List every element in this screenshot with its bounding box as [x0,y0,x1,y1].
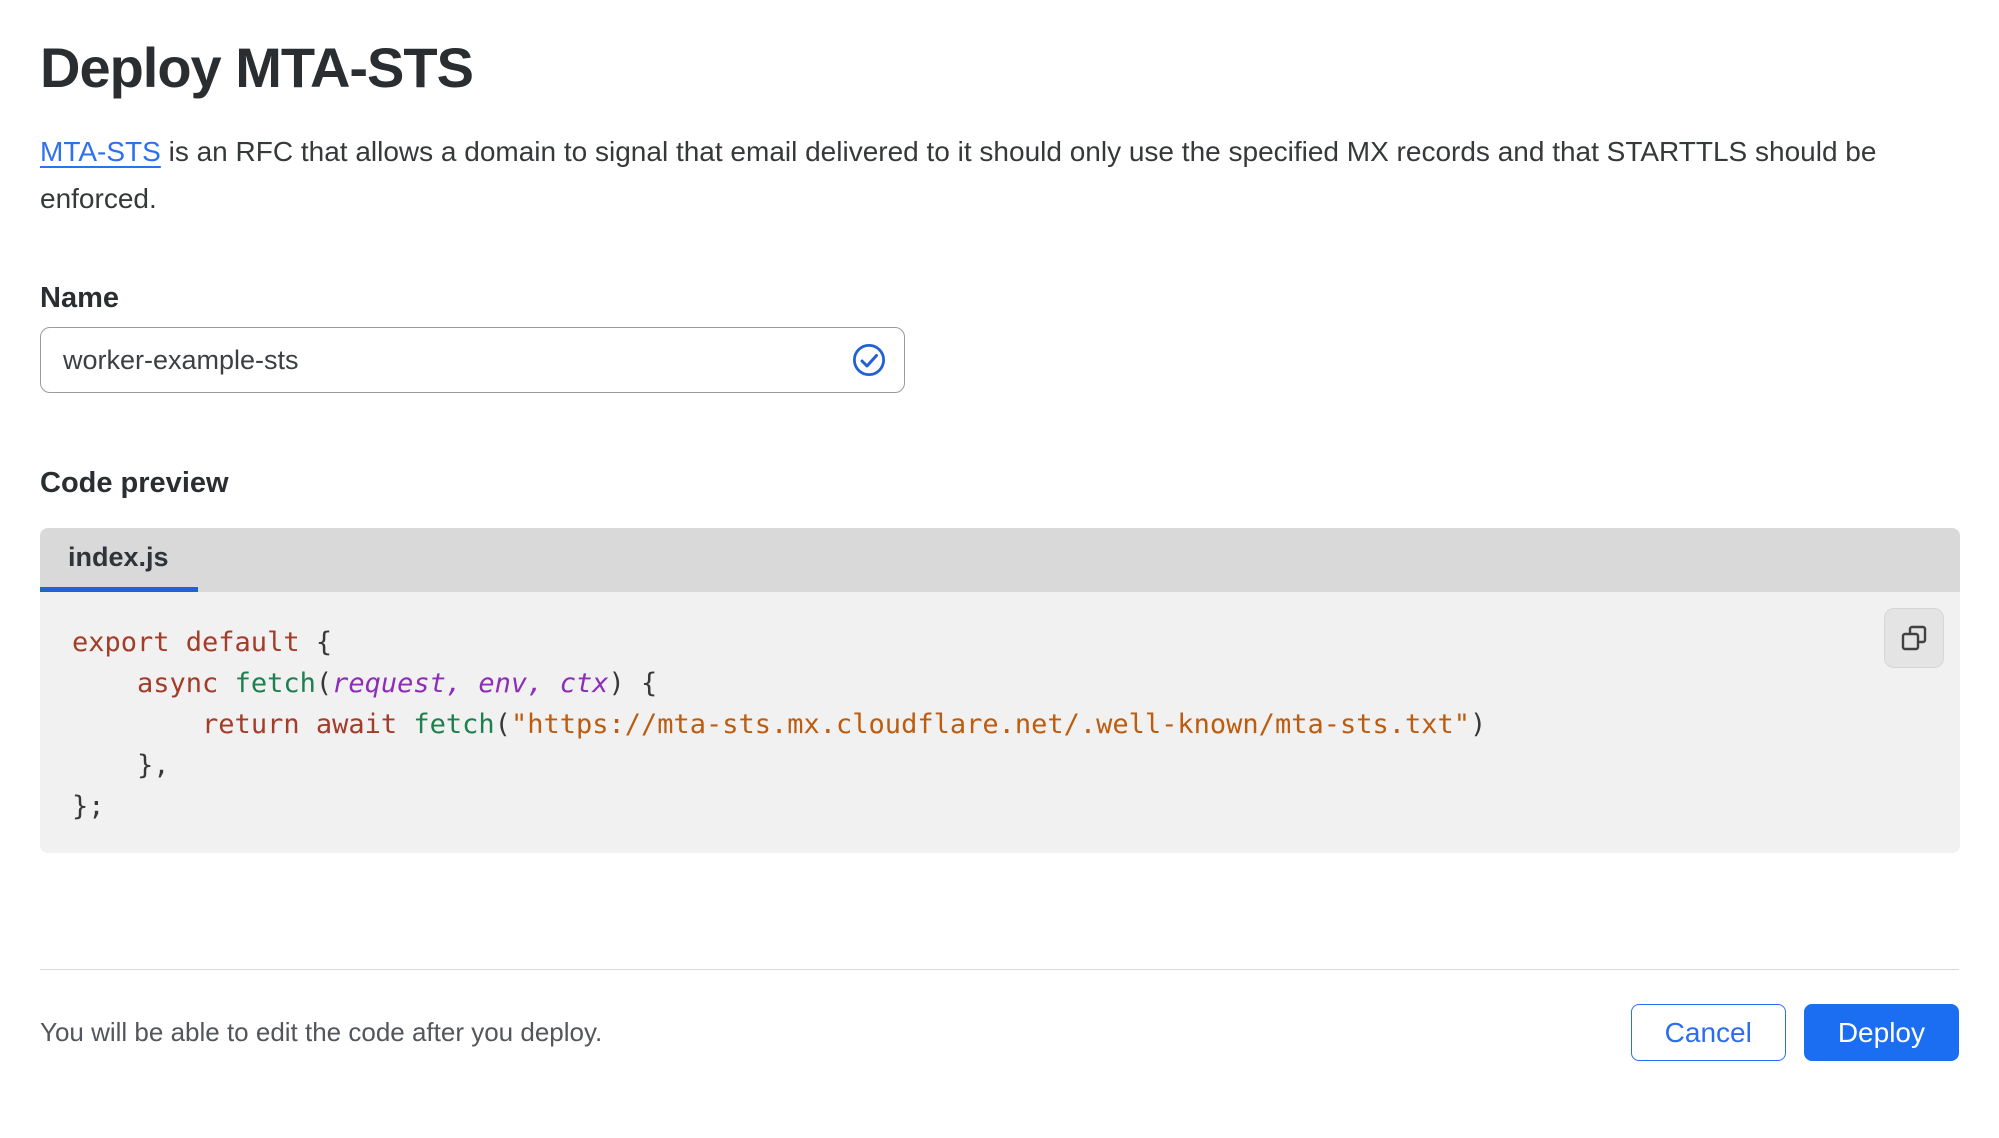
name-input[interactable] [40,327,905,394]
page-title: Deploy MTA-STS [40,36,474,99]
footer-divider [40,969,1959,971]
check-circle-icon [852,344,886,377]
footer-note: You will be able to edit the code after … [40,1017,603,1048]
intro-paragraph: MTA-STS is an RFC that allows a domain t… [40,128,1952,222]
footer: You will be able to edit the code after … [40,1004,1959,1062]
tab-index-js[interactable]: index.js [40,528,198,593]
code-preview-label: Code preview [40,467,229,500]
code-line: export default { [72,627,333,659]
name-label: Name [40,282,119,315]
code-area: export default { async fetch(request, en… [40,592,1960,854]
mta-sts-link[interactable]: MTA-STS [40,136,161,167]
cancel-button[interactable]: Cancel [1630,1004,1786,1062]
code-tab-bar: index.js [40,528,1960,593]
copy-button[interactable] [1884,608,1944,669]
intro-text: is an RFC that allows a domain to signal… [40,136,1877,215]
code-line: return await fetch("https://mta-sts.mx.c… [202,709,1487,741]
name-input-wrap [40,327,905,394]
code-line: async fetch(request, env, ctx) { [137,668,658,700]
code-preview-block: index.js export default { async fetch(re… [40,528,1960,854]
deploy-button[interactable]: Deploy [1803,1004,1959,1062]
copy-icon [1901,626,1927,651]
code-lines: export default { async fetch(request, en… [72,622,1928,827]
code-line: }; [72,791,105,823]
deploy-mta-sts-page: Deploy MTA-STS MTA-STS is an RFC that al… [0,36,1999,1138]
footer-actions: Cancel Deploy [1630,1004,1959,1062]
code-line: }, [72,750,170,782]
